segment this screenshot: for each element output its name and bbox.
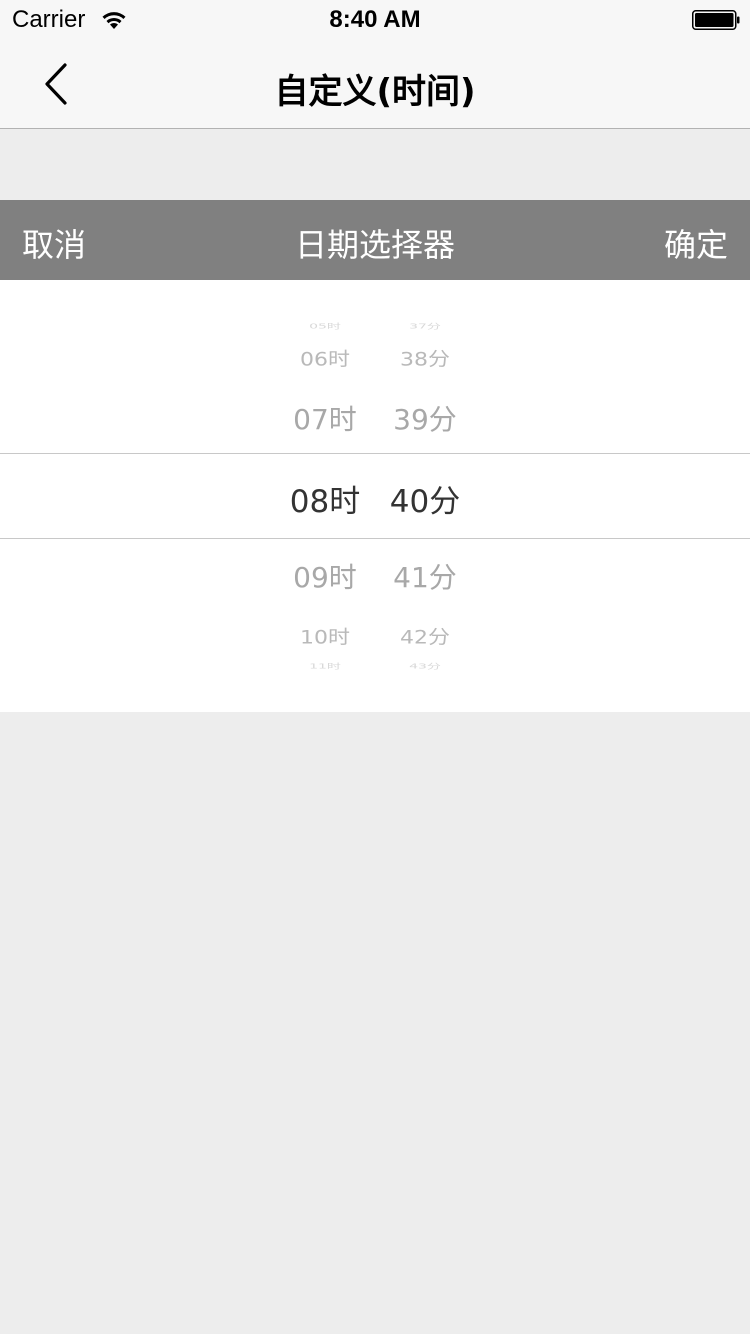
status-time: 8:40 AM [329,6,421,33]
minute-wheel[interactable]: 37分 38分 39分 40分 41分 42分 43分 [380,280,470,712]
battery-icon [692,10,740,30]
hour-option[interactable]: 05时 [280,321,370,331]
hour-option[interactable]: 11时 [280,661,370,671]
hour-option[interactable]: 10时 [280,622,370,649]
minute-option[interactable]: 38分 [380,344,470,371]
picker-toolbar: 取消 日期选择器 确定 [0,200,750,280]
minute-option[interactable]: 37分 [380,321,470,331]
minute-option[interactable]: 42分 [380,622,470,649]
page-title: 自定义(时间) [274,72,476,112]
selection-line-bottom [0,538,750,539]
hour-option[interactable]: 09时 [280,556,370,596]
minute-option[interactable]: 43分 [380,661,470,671]
minute-option[interactable]: 41分 [380,556,470,596]
confirm-button[interactable]: 确定 [664,220,728,266]
picker-title: 日期选择器 [294,226,455,264]
hour-option-selected[interactable]: 08时 [280,476,370,521]
minute-option[interactable]: 39分 [380,398,470,438]
hour-wheel[interactable]: 05时 06时 07时 08时 09时 10时 11时 [280,280,370,712]
navigation-bar: 自定义(时间) [0,40,750,129]
status-bar: Carrier 8:40 AM [0,0,750,40]
minute-option-selected[interactable]: 40分 [380,476,470,521]
time-picker[interactable]: 05时 06时 07时 08时 09时 10时 11时 37分 38分 39分 … [0,280,750,712]
hour-option[interactable]: 06时 [280,344,370,371]
hour-option[interactable]: 07时 [280,398,370,438]
selection-line-top [0,453,750,454]
